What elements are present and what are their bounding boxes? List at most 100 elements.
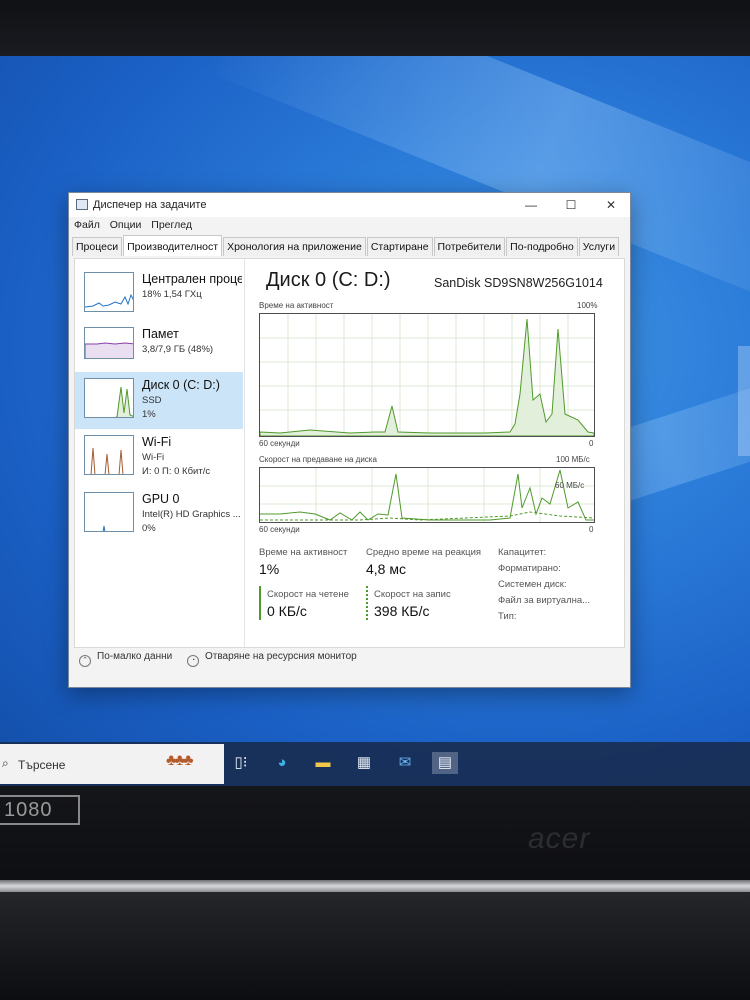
sidebar-item-wifi[interactable]: Wi-Fi Wi-Fi И: 0 П: 0 Кбит/с — [75, 429, 243, 486]
photo: Диспечер на задачите — ☐ ✕ Файл Опции Пр… — [0, 0, 750, 1000]
sidebar-item-cpu[interactable]: Централен процесор 18% 1,54 ГХц — [75, 266, 243, 323]
taskbar: ⌕ Търсене ♣♣♣ ▯⁝ ◕ ▬ ▦ ✉ ▤ — [0, 742, 750, 786]
graph1-max: 100% — [577, 301, 598, 310]
sidebar-item-detail: Intel(R) HD Graphics ... — [142, 509, 241, 520]
resource-monitor-link[interactable]: ◔ Отваряне на ресурсния монитор — [187, 651, 357, 667]
menu-file[interactable]: Файл — [74, 219, 100, 231]
sidebar-item-label: GPU 0 — [142, 492, 180, 506]
graph1-min: 0 — [589, 439, 594, 448]
formatted-label: Форматирано: — [498, 563, 561, 574]
sidebar-item-label: Памет — [142, 327, 179, 341]
tab-performance[interactable]: Производителност — [123, 235, 223, 256]
task-manager-window: Диспечер на задачите — ☐ ✕ Файл Опции Пр… — [68, 192, 631, 688]
bezel-top — [0, 0, 750, 58]
store-icon[interactable]: ▦ — [353, 752, 375, 774]
mail-icon[interactable]: ✉ — [394, 752, 416, 774]
tab-services[interactable]: Услуги — [578, 237, 620, 256]
avg-response-value: 4,8 мс — [366, 561, 406, 577]
graph1-label: Време на активност — [259, 301, 334, 310]
active-time-value: 1% — [259, 561, 280, 577]
tab-users[interactable]: Потребители — [433, 237, 506, 256]
cpu-thumbnail-graph — [84, 272, 134, 312]
search-placeholder: Търсене — [18, 758, 66, 772]
fewer-details-label: По-малко данни — [97, 651, 173, 662]
disk-detail-pane: Диск 0 (C: D:) SanDisk SD9SN8W256G1014 В… — [255, 259, 625, 647]
disk-model: SanDisk SD9SN8W256G1014 — [434, 276, 603, 290]
background-window-edge — [738, 346, 750, 456]
search-icon: ⌕ — [2, 756, 9, 770]
sidebar-item-detail: 3,8/7,9 ГБ (48%) — [142, 344, 214, 355]
minimize-button[interactable]: — — [517, 196, 545, 214]
wifi-thumbnail-graph — [84, 435, 134, 475]
task-manager-icon — [76, 199, 88, 210]
performance-panel: Централен процесор 18% 1,54 ГХц Памет 3,… — [74, 258, 625, 648]
write-speed-label: Скорост на запис — [374, 589, 451, 600]
laptop-base — [0, 892, 750, 1000]
bezel-bottom — [0, 786, 750, 886]
sidebar-item-detail: SSD — [142, 395, 162, 406]
footer: ⌃ По-малко данни ◔ Отваряне на ресурсния м… — [79, 651, 357, 667]
graph2-min: 0 — [589, 525, 594, 534]
tab-processes[interactable]: Процеси — [72, 237, 123, 256]
memory-thumbnail-graph — [84, 327, 134, 359]
menu-options[interactable]: Опции — [110, 219, 142, 231]
brand-logo: acer — [528, 822, 591, 855]
sidebar-item-usage: И: 0 П: 0 Кбит/с — [142, 466, 211, 477]
read-speed-value: 0 КБ/с — [267, 603, 307, 619]
graph2-time: 60 секунди — [259, 525, 300, 534]
avg-response-label: Средно време на реакция — [366, 547, 482, 558]
active-time-label: Време на активност — [259, 547, 348, 558]
task-view-icon[interactable]: ▯⁝ — [230, 752, 252, 774]
graph2-label: Скорост на предаване на диска — [259, 455, 377, 464]
resolution-badge: 1080 — [0, 795, 80, 825]
file-explorer-icon[interactable]: ▬ — [312, 752, 334, 774]
desktop: Диспечер на задачите — ☐ ✕ Файл Опции Пр… — [0, 56, 750, 786]
tab-details[interactable]: По-подробно — [506, 237, 578, 256]
disk-thumbnail-graph — [84, 378, 134, 418]
read-indicator — [259, 586, 261, 620]
resource-monitor-icon: ◔ — [187, 655, 199, 667]
transfer-rate-graph — [259, 467, 595, 523]
graph1-time: 60 секунди — [259, 439, 300, 448]
tab-startup[interactable]: Стартиране — [366, 237, 433, 256]
page-file-label: Файл за виртуална... — [498, 595, 591, 606]
tab-strip: Процеси Производителност Хронология на п… — [72, 235, 620, 257]
resource-sidebar: Централен процесор 18% 1,54 ГХц Памет 3,… — [75, 259, 245, 647]
graph2-inner-scale: 60 МБ/с — [555, 481, 585, 490]
capacity-label: Капацитет: — [498, 547, 547, 558]
chevron-up-icon: ⌃ — [79, 655, 91, 667]
sidebar-item-detail: 18% 1,54 ГХц — [142, 289, 202, 300]
search-box[interactable]: ⌕ Търсене ♣♣♣ — [0, 744, 224, 784]
sidebar-item-memory[interactable]: Памет 3,8/7,9 ГБ (48%) — [75, 321, 243, 378]
search-highlight-icon: ♣♣♣ — [166, 752, 193, 769]
sidebar-item-usage: 1% — [142, 409, 156, 420]
write-speed-value: 398 КБ/с — [374, 603, 430, 619]
title-bar[interactable]: Диспечер на задачите — ☐ ✕ — [69, 193, 630, 217]
edge-icon[interactable]: ◕ — [271, 752, 293, 774]
gpu-thumbnail-graph — [84, 492, 134, 532]
sidebar-item-label: Wi-Fi — [142, 435, 172, 449]
menu-view[interactable]: Преглед — [151, 219, 192, 231]
graph2-max: 100 МБ/с — [556, 455, 590, 464]
task-manager-icon[interactable]: ▤ — [432, 752, 458, 774]
fewer-details-button[interactable]: ⌃ По-малко данни — [79, 651, 173, 667]
resource-monitor-label: Отваряне на ресурсния монитор — [205, 651, 357, 662]
menu-bar: Файл Опции Преглед — [69, 219, 194, 235]
close-button[interactable]: ✕ — [597, 196, 625, 214]
type-label: Тип: — [498, 611, 517, 622]
disk-title: Диск 0 (C: D:) — [266, 269, 391, 291]
window-title: Диспечер на задачите — [93, 199, 207, 211]
read-speed-label: Скорост на четене — [267, 589, 349, 600]
sidebar-item-disk[interactable]: Диск 0 (C: D:) SSD 1% — [75, 372, 243, 429]
write-indicator — [366, 586, 368, 620]
tab-app-history[interactable]: Хронология на приложение — [223, 237, 366, 256]
system-disk-label: Системен диск: — [498, 579, 567, 590]
sidebar-item-label: Диск 0 (C: D:) — [142, 378, 220, 392]
sidebar-item-detail: Wi-Fi — [142, 452, 165, 463]
maximize-button[interactable]: ☐ — [557, 196, 585, 214]
sidebar-item-label: Централен процесор — [142, 272, 242, 286]
laptop-hinge — [0, 880, 750, 892]
sidebar-item-gpu[interactable]: GPU 0 Intel(R) HD Graphics ... 0% — [75, 486, 243, 543]
active-time-graph — [259, 313, 595, 437]
sidebar-item-usage: 0% — [142, 523, 156, 534]
